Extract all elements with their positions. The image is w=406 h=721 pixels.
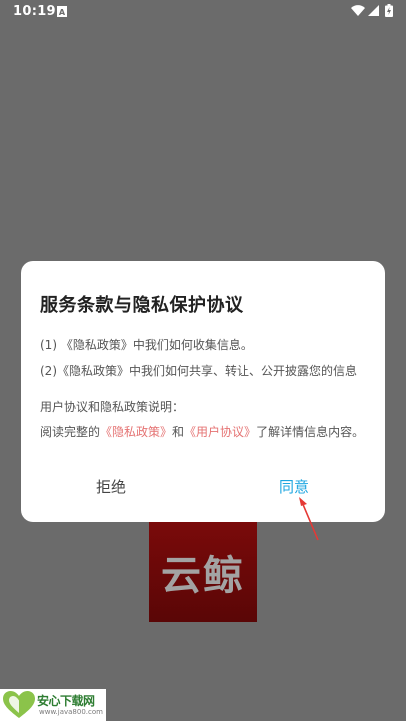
- refuse-button[interactable]: 拒绝: [96, 476, 126, 497]
- line2-prefix: (2): [40, 364, 57, 378]
- line2-suffix: 中我们如何共享、转让、公开披露您的信息: [129, 364, 358, 378]
- privacy-policy-link-2[interactable]: 《隐私政策》: [57, 364, 129, 378]
- privacy-policy-link-1[interactable]: 《隐私政策》: [61, 338, 133, 352]
- pointer-arrow-icon: [299, 497, 319, 541]
- policy-line-collect: (1) 《隐私政策》中我们如何收集信息。: [40, 336, 253, 353]
- splash-logo-text: 云鲸: [161, 553, 245, 599]
- splash-logo: 云鲸: [149, 522, 257, 622]
- battery-charging-icon: [385, 4, 393, 17]
- wifi-icon: [351, 5, 365, 16]
- download-site-watermark: 安心下载网 www.java800.com: [0, 689, 106, 721]
- svg-text:A: A: [59, 8, 66, 17]
- dialog-title: 服务条款与隐私保护协议: [40, 295, 244, 316]
- agree-button[interactable]: 同意: [279, 476, 309, 497]
- policy-line-share: (2)《隐私政策》中我们如何共享、转让、公开披露您的信息: [40, 362, 357, 379]
- agreement-explanation-heading: 用户协议和隐私政策说明：: [40, 400, 185, 414]
- line4-prefix: 阅读完整的: [40, 425, 101, 439]
- read-full-line: 阅读完整的《隐私政策》和《用户协议》了解详情信息内容。: [40, 423, 364, 440]
- user-agreement-link[interactable]: 《用户协议》: [184, 425, 256, 439]
- line1-prefix: (1): [40, 338, 61, 352]
- heart-logo-icon: [3, 691, 35, 718]
- status-time: 10:19: [13, 4, 56, 19]
- privacy-dialog: 服务条款与隐私保护协议 (1) 《隐私政策》中我们如何收集信息。 (2)《隐私政…: [21, 261, 385, 522]
- line1-suffix: 中我们如何收集信息。: [132, 338, 253, 352]
- signal-icon: [368, 5, 379, 16]
- line4-suffix: 了解详情信息内容。: [256, 425, 365, 439]
- line4-mid: 和: [172, 425, 185, 439]
- watermark-title: 安心下载网: [37, 694, 95, 708]
- privacy-policy-link[interactable]: 《隐私政策》: [100, 425, 172, 439]
- status-bar: 10:19 A: [0, 0, 406, 24]
- notification-icon: A: [57, 6, 67, 17]
- watermark-url: www.java800.com: [39, 708, 103, 716]
